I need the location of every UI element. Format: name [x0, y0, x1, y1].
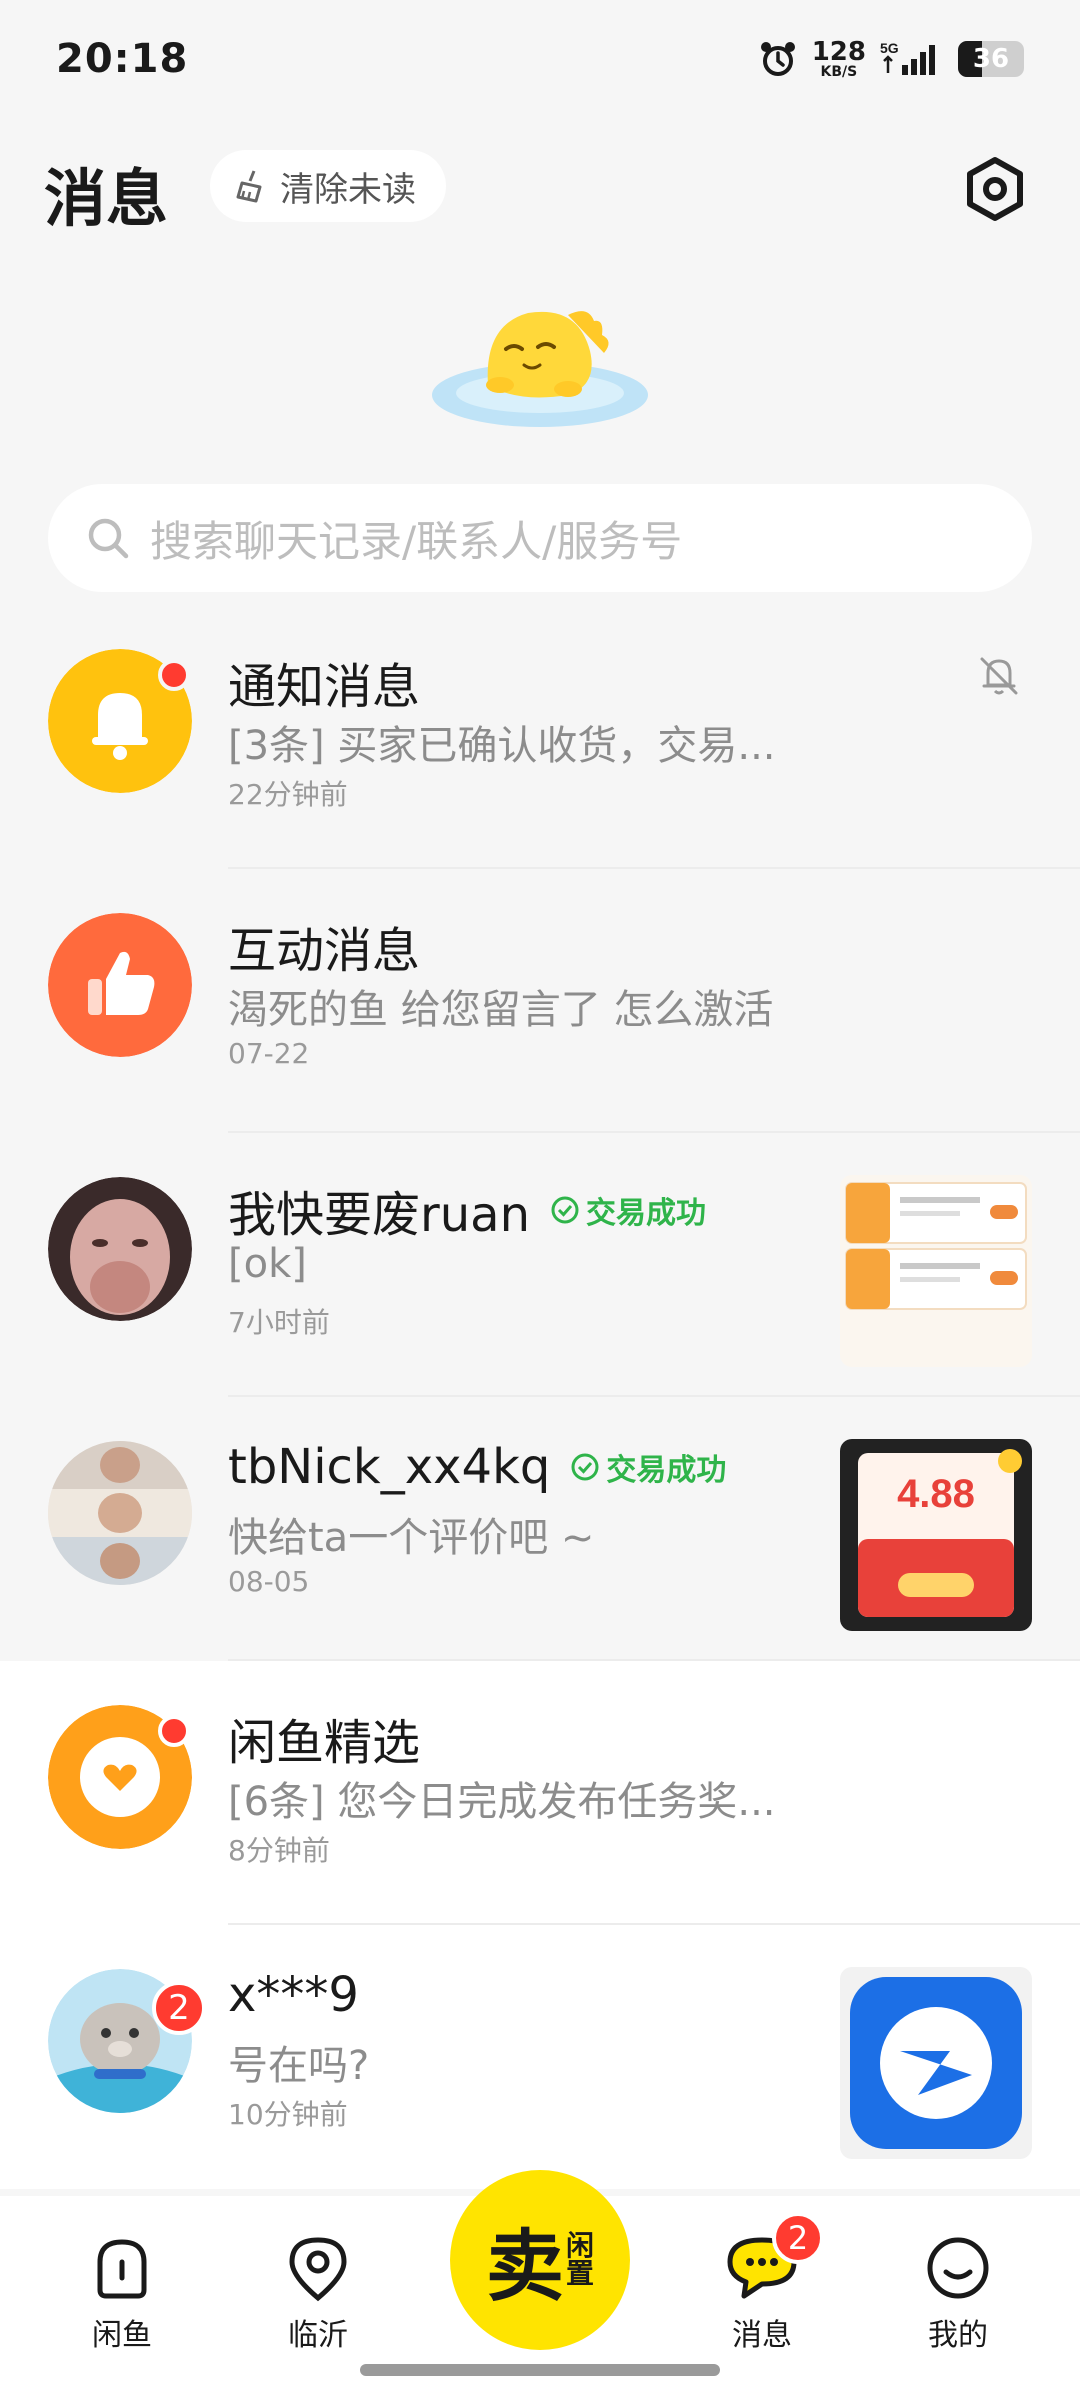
user-avatar [48, 1177, 192, 1321]
check-circle-icon [551, 1196, 579, 1224]
conversation-user[interactable]: 我快要废ruan 交易成功 [ok] 7小时前 [0, 1133, 1080, 1397]
conversation-preview: [3条] 买家已确认收货，交易... [228, 723, 776, 769]
conversation-time: 07-22 [228, 1037, 310, 1070]
nav-mine[interactable]: 我的 [888, 2232, 1028, 2354]
conversation-time: 08-05 [228, 1565, 310, 1598]
conversation-preview: 渴死的鱼 给您留言了 怎么激活 [228, 987, 774, 1033]
sell-button[interactable]: 卖 闲 置 [450, 2170, 630, 2350]
unread-dot [158, 659, 190, 691]
page-header: 消息 清除未读 [0, 130, 1080, 240]
settings-icon[interactable] [960, 154, 1030, 224]
clear-unread-button[interactable]: 清除未读 [210, 150, 446, 222]
conversation-name: 互动消息 [228, 923, 421, 979]
unread-count-badge: 2 [152, 1981, 206, 2035]
conversation-preview: [ok] [228, 1241, 307, 1287]
svg-text:5G: 5G [880, 40, 899, 56]
conversation-picks[interactable]: 闲鱼精选 [6条] 您今日完成发布任务奖... 8分钟前 [0, 1661, 1080, 1925]
broom-icon [236, 170, 262, 203]
conversation-time: 10分钟前 [228, 2098, 348, 2131]
conversation-time: 22分钟前 [228, 778, 348, 811]
app-icon-thumbnail [840, 1967, 1032, 2159]
conversation-name: tbNick_xx4kq [228, 1439, 551, 1495]
search-input[interactable]: 搜索聊天记录/联系人/服务号 [48, 484, 1032, 592]
nav-home[interactable]: 闲鱼 [52, 2232, 192, 2354]
home-icon [97, 2239, 147, 2299]
trade-success-tag: 交易成功 [570, 1445, 726, 1489]
conversation-preview: [6条] 您今日完成发布任务奖... [228, 1779, 776, 1825]
conversation-user[interactable]: 2 x***9 号在吗? 10分钟前 [0, 1925, 1080, 2189]
conversation-user[interactable]: tbNick_xx4kq 交易成功 快给ta一个评价吧 ~ 08-05 4.88 [0, 1397, 1080, 1661]
status-time: 20:18 [56, 36, 189, 82]
battery-indicator: 36 [958, 41, 1024, 77]
page-title: 消息 [44, 162, 169, 235]
conversation-preview: 号在吗? [228, 2043, 370, 2089]
trade-success-tag: 交易成功 [550, 1188, 706, 1232]
signal-icon: 5G [880, 40, 935, 75]
alarm-icon [760, 42, 795, 76]
net-speed: 128 KB/S [811, 37, 866, 80]
conversation-preview: 快给ta一个评价吧 ~ [228, 1515, 595, 1561]
check-circle-icon [571, 1453, 599, 1481]
mascot-fish-illustration [432, 311, 648, 427]
search-placeholder: 搜索聊天记录/联系人/服务号 [150, 516, 683, 566]
conversation-name: 闲鱼精选 [228, 1715, 421, 1771]
conversation-time: 8分钟前 [228, 1834, 330, 1867]
conversation-name: x***9 [228, 1967, 359, 2023]
conversation-list: 通知消息 [3条] 买家已确认收货，交易... 22分钟前 互动消息 渴死的鱼 … [0, 605, 1080, 2189]
svg-text:4.88: 4.88 [897, 1472, 975, 1516]
muted-bell-icon [980, 657, 1018, 695]
user-avatar [48, 1441, 192, 1585]
home-indicator[interactable] [360, 2364, 720, 2376]
clear-unread-label: 清除未读 [280, 169, 416, 210]
item-thumbnail: 4.88 [840, 1439, 1032, 1631]
unread-dot [158, 1715, 190, 1747]
item-thumbnail [840, 1175, 1032, 1367]
thumbs-up-avatar-icon [48, 913, 192, 1057]
conversation-time: 7小时前 [228, 1306, 330, 1339]
conversation-notifications[interactable]: 通知消息 [3条] 买家已确认收货，交易... 22分钟前 [0, 605, 1080, 869]
location-icon [289, 2237, 347, 2302]
nav-nearby[interactable]: 临沂 [248, 2232, 388, 2354]
messages-badge: 2 [772, 2212, 824, 2264]
conversation-interactions[interactable]: 互动消息 渴死的鱼 给您留言了 怎么激活 07-22 [0, 869, 1080, 1133]
status-icons: 128 KB/S 5G 36 [758, 34, 1024, 84]
conversation-name: 通知消息 [228, 659, 421, 715]
conversation-name: 我快要废ruan [228, 1187, 530, 1243]
search-icon [88, 518, 129, 559]
status-bar: 20:18 128 KB/S 5G 36 [0, 0, 1080, 120]
smile-face-icon [927, 2237, 989, 2299]
